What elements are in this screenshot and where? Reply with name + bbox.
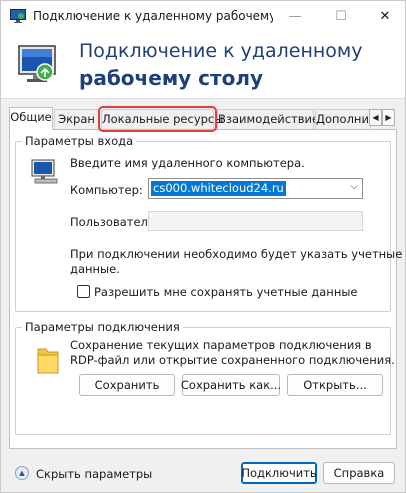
tab-scroll-right-button[interactable]: ▶ (382, 109, 395, 126)
save-credentials-checkbox[interactable] (77, 285, 90, 298)
save-button[interactable]: Сохранить (79, 374, 175, 396)
maximize-button[interactable]: ☐ (319, 1, 363, 32)
computer-icon (31, 159, 58, 184)
chevron-down-icon[interactable]: ⌵ (350, 181, 358, 192)
credentials-note-line2: данные. (70, 262, 120, 276)
connection-settings-group: Параметры подключения Сохранение текущих… (15, 320, 395, 435)
tab-local-resources[interactable]: Локальные ресурсы (98, 106, 223, 132)
tab-advanced[interactable]: Дополнит (315, 109, 371, 129)
connection-desc-line1: Сохранение текущих параметров подключени… (70, 338, 372, 352)
computer-prompt: Введите имя удаленного компьютера. (70, 156, 305, 170)
computer-value: cs000.whitecloud24.ru (151, 181, 286, 196)
computer-label: Компьютер: (70, 183, 143, 197)
help-button[interactable]: Справка (323, 462, 395, 484)
tab-scroll-left-button[interactable]: ◀ (369, 109, 382, 126)
banner-title-line1: Подключение к удаленному (79, 40, 363, 62)
connection-desc-line2: RDP-файл или открытие сохраненного подкл… (70, 353, 395, 367)
computer-combobox[interactable]: cs000.whitecloud24.ru ⌵ (148, 178, 363, 199)
tab-experience[interactable]: Взаимодействие (217, 109, 319, 129)
open-button[interactable]: Открыть... (287, 374, 383, 396)
save-as-button[interactable]: Сохранить как... (181, 374, 281, 396)
tab-panel-general: Параметры входа Введите имя удаленного к… (9, 129, 402, 449)
banner: Подключение к удаленному рабочему столу (1, 32, 405, 99)
hide-options-link[interactable]: Скрыть параметры (36, 467, 152, 481)
title-bar: Подключение к удаленному рабочему сто...… (1, 1, 405, 32)
close-button[interactable]: ✕ (363, 1, 406, 32)
user-field (148, 211, 363, 231)
login-settings-group: Параметры входа Введите имя удаленного к… (15, 134, 402, 312)
connection-settings-title: Параметры подключения (22, 320, 183, 334)
remote-desktop-icon (18, 45, 56, 82)
credentials-note-line1: При подключении необходимо будет указать… (70, 247, 403, 261)
tab-general[interactable]: Общие (9, 107, 53, 130)
minimize-button[interactable]: — (273, 1, 317, 32)
tab-strip: Общие Экран Локальные ресурсы Взаимодейс… (9, 106, 397, 132)
window-title: Подключение к удаленному рабочему сто... (33, 9, 273, 23)
login-settings-title: Параметры входа (22, 134, 137, 148)
rdp-app-icon (10, 9, 26, 23)
save-credentials-label[interactable]: Разрешить мне сохранять учетные данные (94, 285, 358, 299)
user-label: Пользователь: (70, 215, 159, 229)
folder-icon (37, 348, 59, 374)
tab-display[interactable]: Экран (54, 109, 99, 129)
banner-title-line2: рабочему столу (79, 66, 264, 90)
chevron-up-icon[interactable]: ▲ (15, 466, 29, 480)
connect-button[interactable]: Подключить (241, 462, 317, 484)
rdp-window: Подключение к удаленному рабочему сто...… (0, 0, 406, 493)
